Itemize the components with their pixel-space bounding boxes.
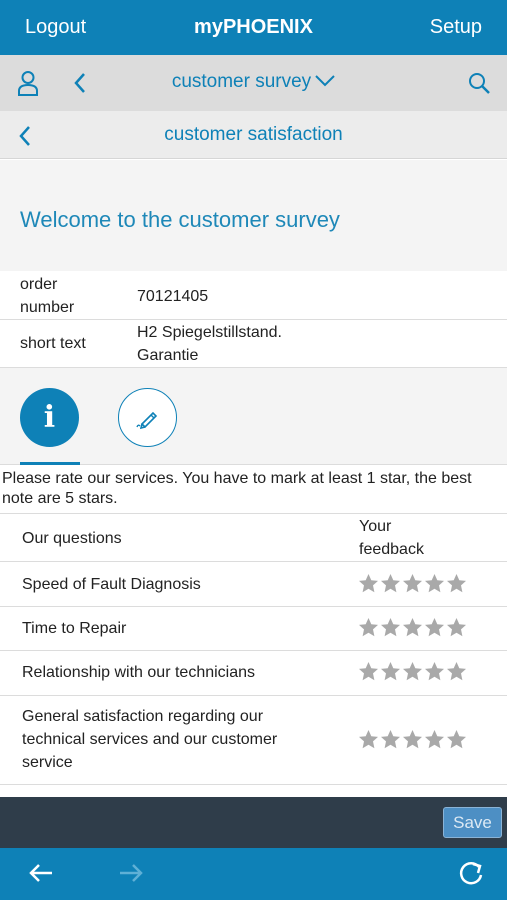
action-bar: Save <box>0 797 507 848</box>
star-icon[interactable] <box>380 729 401 750</box>
star-rating <box>358 617 467 638</box>
star-icon[interactable] <box>446 661 467 682</box>
star-icon[interactable] <box>424 729 445 750</box>
survey-table-header: Our questions Your feedback <box>0 514 507 562</box>
star-icon[interactable] <box>402 617 423 638</box>
survey-selector[interactable]: customer survey <box>0 71 507 93</box>
star-icon[interactable] <box>358 617 379 638</box>
navigation-bar: customer survey <box>0 55 507 111</box>
chevron-down-icon <box>315 71 335 93</box>
star-rating <box>358 573 467 594</box>
star-icon[interactable] <box>402 729 423 750</box>
top-bar: Logout myPHOENIX Setup <box>0 0 507 55</box>
table-row: Time to Repair <box>0 607 507 651</box>
info-tab[interactable]: i <box>20 388 79 447</box>
search-icon[interactable] <box>467 71 491 100</box>
star-icon[interactable] <box>358 661 379 682</box>
short-text-value: H2 Spiegelstillstand. Garantie <box>137 324 282 364</box>
save-button[interactable]: Save <box>443 807 502 838</box>
question-text: Speed of Fault Diagnosis <box>22 576 201 593</box>
question-text: Time to Repair <box>22 620 127 637</box>
table-row: General satisfaction regarding our techn… <box>0 696 507 785</box>
star-icon[interactable] <box>358 729 379 750</box>
star-icon[interactable] <box>446 617 467 638</box>
page-title: customer satisfaction <box>164 124 343 145</box>
feedback-column-header: Your feedback <box>359 518 424 558</box>
arrow-left-icon[interactable] <box>28 862 54 889</box>
star-icon[interactable] <box>424 617 445 638</box>
info-icon: i <box>43 400 56 435</box>
star-icon[interactable] <box>380 617 401 638</box>
arrow-right-icon <box>118 862 144 889</box>
star-icon[interactable] <box>402 573 423 594</box>
survey-selector-label: customer survey <box>171 71 312 93</box>
order-info-table: order number 70121405 short text H2 Spie… <box>0 271 507 368</box>
active-tab-indicator <box>20 462 80 465</box>
survey-table: Our questions Your feedback Speed of Fau… <box>0 513 507 785</box>
star-icon[interactable] <box>358 573 379 594</box>
star-icon[interactable] <box>446 729 467 750</box>
short-text-row: short text H2 Spiegelstillstand. Garanti… <box>0 320 507 368</box>
tab-bar: i <box>0 368 507 465</box>
welcome-heading: Welcome to the customer survey <box>20 207 340 232</box>
short-text-label: short text <box>20 335 86 352</box>
question-text: General satisfaction regarding our techn… <box>22 708 278 771</box>
star-rating <box>358 729 467 750</box>
sub-navigation-bar: customer satisfaction <box>0 111 507 159</box>
star-icon[interactable] <box>380 661 401 682</box>
welcome-section: Welcome to the customer survey <box>0 160 507 271</box>
star-icon[interactable] <box>446 573 467 594</box>
star-icon[interactable] <box>380 573 401 594</box>
star-icon[interactable] <box>424 573 445 594</box>
setup-button[interactable]: Setup <box>430 16 482 39</box>
star-rating <box>358 661 467 682</box>
table-row: Relationship with our technicians <box>0 651 507 696</box>
rating-instructions: Please rate our services. You have to ma… <box>2 470 472 507</box>
bottom-navigation <box>0 848 507 900</box>
table-row: Speed of Fault Diagnosis <box>0 562 507 607</box>
order-number-label: order number <box>20 276 75 316</box>
questions-column-header: Our questions <box>22 530 122 547</box>
refresh-icon[interactable] <box>457 860 485 893</box>
star-icon[interactable] <box>402 661 423 682</box>
order-number-row: order number 70121405 <box>0 271 507 320</box>
star-icon[interactable] <box>424 661 445 682</box>
order-number-value: 70121405 <box>137 288 209 305</box>
edit-tab[interactable] <box>118 388 177 447</box>
question-text: Relationship with our technicians <box>22 664 256 681</box>
